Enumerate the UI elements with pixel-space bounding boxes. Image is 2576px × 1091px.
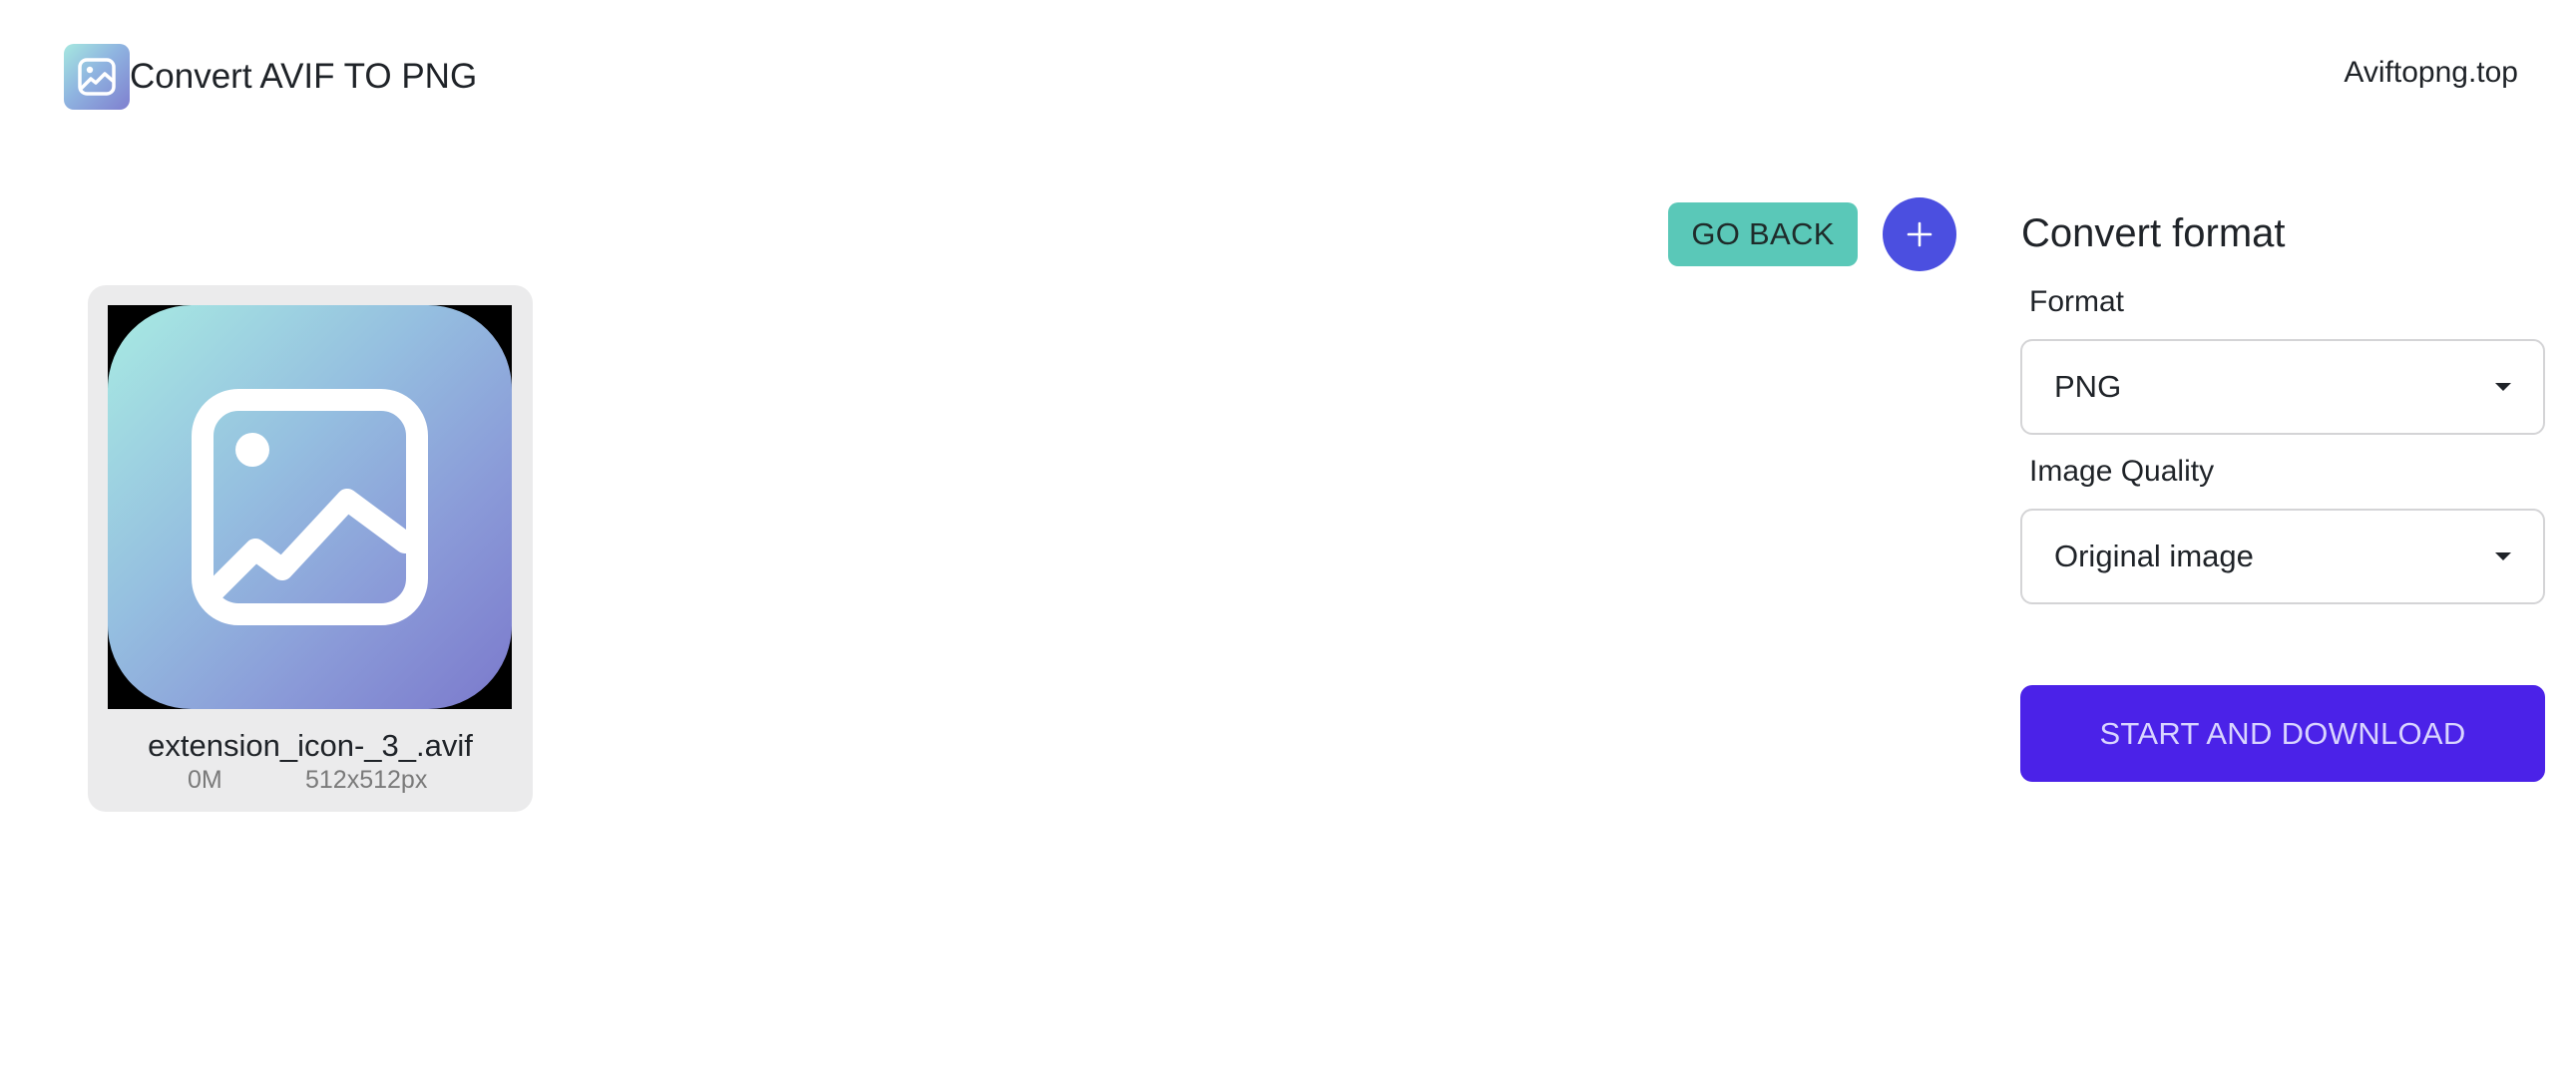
quality-label: Image Quality	[2029, 455, 2215, 488]
format-selected-value: PNG	[2054, 369, 2122, 404]
page-title: Convert AVIF TO PNG	[130, 57, 478, 96]
home-logo-link[interactable]: Convert AVIF TO PNG	[64, 44, 477, 110]
add-file-button[interactable]	[1883, 197, 1956, 271]
format-label: Format	[2029, 285, 2125, 318]
start-and-download-button[interactable]: START AND DOWNLOAD	[2020, 685, 2545, 782]
file-dimensions: 512x512px	[305, 766, 428, 794]
quality-selected-value: Original image	[2054, 539, 2254, 573]
file-thumbnail	[108, 305, 512, 709]
panel-title: Convert format	[2021, 211, 2286, 255]
file-size: 0M	[188, 766, 222, 794]
file-name: extension_icon-_3_.avif	[148, 728, 473, 763]
caret-down-icon	[2495, 552, 2511, 560]
image-icon	[192, 389, 428, 625]
go-back-button[interactable]: GO BACK	[1668, 202, 1858, 266]
image-icon	[64, 44, 130, 110]
caret-down-icon	[2495, 383, 2511, 391]
file-card: extension_icon-_3_.avif 0M 512x512px	[88, 285, 533, 812]
page: Convert AVIF TO PNG Aviftopng.top GO BAC…	[0, 0, 2576, 1091]
site-link[interactable]: Aviftopng.top	[2344, 56, 2518, 90]
quality-select[interactable]: Original image	[2020, 509, 2545, 604]
plus-icon	[1907, 221, 1932, 247]
format-select[interactable]: PNG	[2020, 339, 2545, 435]
header: Convert AVIF TO PNG Aviftopng.top	[0, 0, 2576, 150]
